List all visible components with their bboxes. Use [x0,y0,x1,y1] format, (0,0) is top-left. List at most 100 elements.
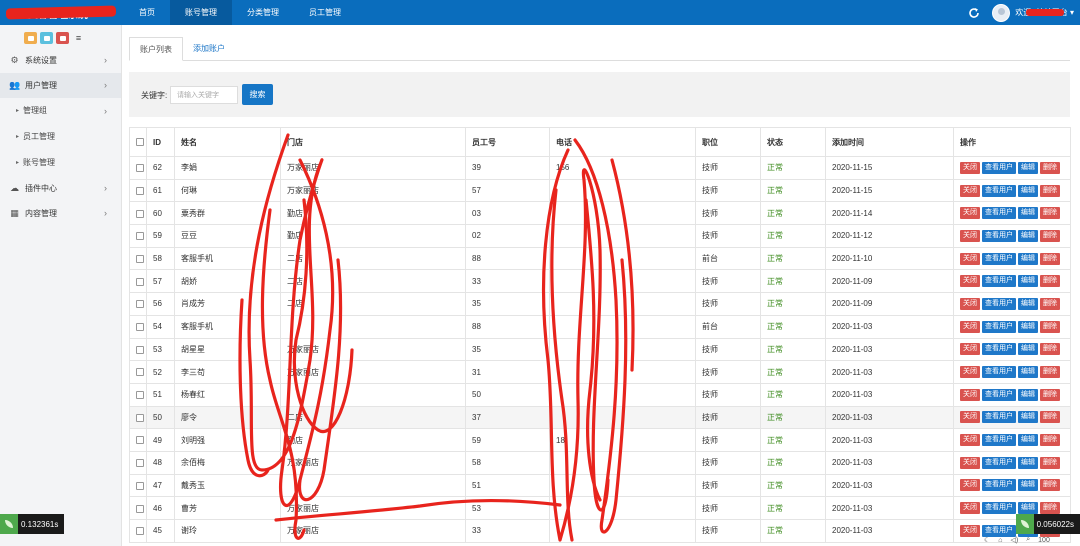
table-row[interactable]: 62 李娟 万家丽店 39 156 技师 正常 2020-11-15 关闭 查看用户 编辑 删除 [129,156,1071,180]
view-user-button[interactable]: 查看用户 [982,388,1016,401]
user-menu[interactable]: 欢迎, 某某平台 ▾ [1015,7,1074,18]
delete-button[interactable]: 删除 [1040,207,1060,220]
edit-button[interactable]: 编辑 [1018,502,1038,515]
table-row[interactable]: 56 肖成芳 二店 35 技师 正常 2020-11-09 关闭 查看用户 编辑 删除 [129,292,1071,316]
table-row[interactable]: 58 客服手机 二店 88 前台 正常 2020-11-10 关闭 查看用户 编辑 删除 [129,246,1071,271]
view-user-button[interactable]: 查看用户 [982,479,1016,492]
sidebar-item-content-management[interactable]: ▦ 内容管理 › [0,201,121,226]
table-row[interactable]: 57 胡娇 二店 33 技师 正常 2020-11-09 关闭 查看用户 编辑 删除 [129,269,1071,294]
nav-employee-management[interactable]: 员工管理 [294,0,356,25]
view-user-button[interactable]: 查看用户 [982,184,1016,197]
view-user-button[interactable]: 查看用户 [982,411,1016,424]
brand-logo[interactable]: 某某美容管理系统 [5,5,117,21]
nav-account-management[interactable]: 账号管理 [170,0,232,25]
edit-button[interactable]: 编辑 [1018,320,1038,333]
edit-button[interactable]: 编辑 [1018,252,1038,265]
view-user-button[interactable]: 查看用户 [982,275,1016,288]
sidebar-item-account-management[interactable]: ▸ 账号管理 [0,150,121,176]
view-user-button[interactable]: 查看用户 [982,456,1016,469]
select-all-checkbox[interactable] [136,138,144,147]
sidebar-item-admin-group[interactable]: ▸ 管理组 › [0,98,121,124]
search-button[interactable]: 搜索 [242,84,273,105]
view-user-button[interactable]: 查看用户 [982,297,1016,310]
view-user-button[interactable]: 查看用户 [982,320,1016,333]
close-button[interactable]: 关闭 [960,411,980,424]
delete-button[interactable]: 删除 [1040,252,1060,265]
close-button[interactable]: 关闭 [960,229,980,242]
edit-button[interactable]: 编辑 [1018,411,1038,424]
search-input[interactable] [170,86,238,104]
delete-button[interactable]: 删除 [1040,411,1060,424]
table-row[interactable]: 45谢玲万家丽店33技师正常2020-11-03关闭查看用户编辑删除 [129,519,1071,543]
delete-button[interactable]: 删除 [1040,229,1060,242]
table-row[interactable]: 50 廖令 二店 37 技师 正常 2020-11-03 关闭 查看用户 编辑 删除 [129,405,1071,430]
edit-button[interactable]: 编辑 [1018,184,1038,197]
close-button[interactable]: 关闭 [960,524,980,537]
table-row[interactable]: 49 刘明强 勤店 59 18 技师 正常 2020-11-03 关闭 查看用户 编辑 删除 [129,428,1071,452]
delete-button[interactable]: 删除 [1040,388,1060,401]
avatar[interactable] [992,3,1011,22]
row-checkbox[interactable] [136,504,144,513]
row-checkbox[interactable] [136,186,144,195]
moon-icon[interactable]: ☾ [984,536,990,544]
file-shortcut-icon[interactable] [40,32,53,44]
row-checkbox[interactable] [136,345,144,354]
close-button[interactable]: 关闭 [960,275,980,288]
row-checkbox[interactable] [136,413,144,422]
close-button[interactable]: 关闭 [960,366,980,379]
close-button[interactable]: 关闭 [960,456,980,469]
sidebar-item-employee-management[interactable]: ▸ 员工管理 [0,124,121,150]
edit-button[interactable]: 编辑 [1018,207,1038,220]
row-checkbox[interactable] [136,391,144,400]
view-user-button[interactable]: 查看用户 [982,207,1016,220]
edit-button[interactable]: 编辑 [1018,229,1038,242]
nav-home[interactable]: 首页 [124,0,170,25]
row-checkbox[interactable] [136,436,144,445]
close-button[interactable]: 关闭 [960,161,980,174]
table-row[interactable]: 51 杨春红 50 技师 正常 2020-11-03 关闭 查看用户 编辑 删除 [129,382,1071,407]
row-checkbox[interactable] [136,277,144,286]
row-checkbox[interactable] [136,527,144,536]
table-row[interactable]: 47 戴秀玉 51 技师 正常 2020-11-03 关闭 查看用户 编辑 删除 [129,473,1071,498]
view-user-button[interactable]: 查看用户 [982,229,1016,242]
row-checkbox[interactable] [136,459,144,468]
edit-button[interactable]: 编辑 [1018,434,1038,447]
table-row[interactable]: 54 客服手机 88 前台 正常 2020-11-03 关闭 查看用户 编辑 删除 [129,314,1071,339]
row-checkbox[interactable] [136,254,144,263]
delete-button[interactable]: 删除 [1040,479,1060,492]
row-checkbox[interactable] [136,232,144,241]
row-checkbox[interactable] [136,368,144,377]
row-checkbox[interactable] [136,164,144,173]
delete-button[interactable]: 删除 [1040,184,1060,197]
view-user-button[interactable]: 查看用户 [982,366,1016,379]
sidebar-item-system-settings[interactable]: ⚙ 系统设置 › [0,48,121,73]
delete-button[interactable]: 删除 [1040,343,1060,356]
close-button[interactable]: 关闭 [960,207,980,220]
view-user-button[interactable]: 查看用户 [982,343,1016,356]
volume-icon[interactable]: ◁) [1011,536,1019,544]
edit-button[interactable]: 编辑 [1018,297,1038,310]
row-checkbox[interactable] [136,209,144,218]
delete-button[interactable]: 删除 [1040,297,1060,310]
view-user-button[interactable]: 查看用户 [982,502,1016,515]
list-shortcut-icon[interactable]: ≡ [72,32,85,44]
edit-button[interactable]: 编辑 [1018,366,1038,379]
close-button[interactable]: 关闭 [960,388,980,401]
delete-button[interactable]: 删除 [1040,456,1060,469]
close-button[interactable]: 关闭 [960,479,980,492]
close-button[interactable]: 关闭 [960,434,980,447]
close-button[interactable]: 关闭 [960,343,980,356]
close-button[interactable]: 关闭 [960,502,980,515]
refresh-icon[interactable] [968,7,980,19]
table-row[interactable]: 53 胡星星 万家丽店 35 技师 正常 2020-11-03 关闭 查看用户 编辑 删除 [129,337,1071,362]
sidebar-item-user-management[interactable]: 👥 用户管理 › [0,73,121,98]
table-row[interactable]: 59 豆豆 勤店 02 技师 正常 2020-11-12 关闭 查看用户 编辑 删除 [129,224,1071,248]
trash-shortcut-icon[interactable] [56,32,69,44]
sidebar-item-plugin-center[interactable]: ☁ 插件中心 › [0,176,121,201]
table-row[interactable]: 48 余佰梅 万家丽店 58 技师 正常 2020-11-03 关闭 查看用户 编辑 删除 [129,450,1071,475]
edit-button[interactable]: 编辑 [1018,456,1038,469]
close-button[interactable]: 关闭 [960,320,980,333]
delete-button[interactable]: 删除 [1040,434,1060,447]
row-checkbox[interactable] [136,323,144,332]
edit-button[interactable]: 编辑 [1018,343,1038,356]
